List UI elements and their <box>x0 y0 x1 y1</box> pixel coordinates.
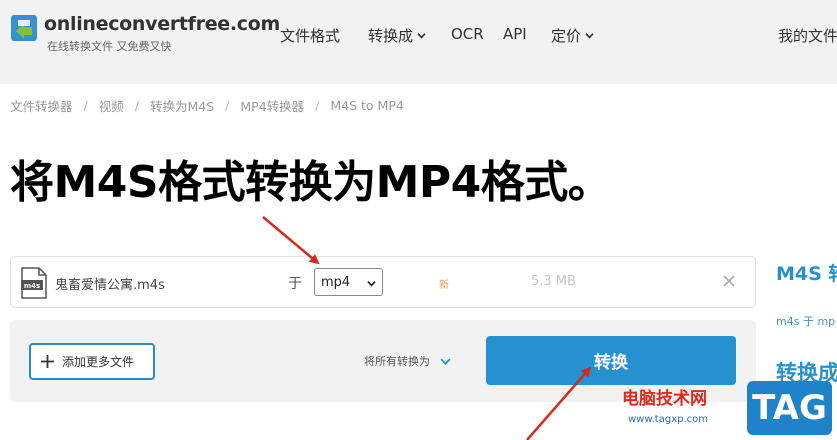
nav-label: 转换成 <box>368 27 414 45</box>
breadcrumb-item[interactable]: MP4转换器 <box>240 96 304 115</box>
status-badge: 新 <box>439 280 449 291</box>
nav-my-files[interactable]: 我的文件 <box>778 25 837 46</box>
nav-file-formats[interactable]: 文件格式 <box>280 25 340 46</box>
watermark-tag: TAG <box>747 381 832 435</box>
add-more-files-button[interactable]: 添加更多文件 <box>29 343 155 380</box>
nav-label: API <box>503 25 527 43</box>
convert-button[interactable]: 转换 <box>486 336 736 385</box>
site-header: onlineconvertfree.com 在线转换文件 又免费又快 文件格式 … <box>0 0 837 84</box>
breadcrumb-separator: / <box>315 98 320 113</box>
breadcrumb-item[interactable]: 转换为M4S <box>150 96 214 115</box>
breadcrumb-separator: / <box>134 98 139 113</box>
nav-label: 文件格式 <box>280 27 341 45</box>
breadcrumb-item[interactable]: 文件转换器 <box>10 96 73 115</box>
add-files-label: 添加更多文件 <box>62 355 135 369</box>
plus-icon <box>41 355 54 368</box>
breadcrumb: 文件转换器 / 视频 / 转换为M4S / MP4转换器 / M4S to MP… <box>10 96 404 115</box>
file-ext-label: m4s <box>24 282 40 290</box>
file-icon: m4s <box>21 267 47 299</box>
format-select-value: mp4 <box>321 274 351 290</box>
logo-icon[interactable] <box>10 14 38 42</box>
convert-all-label: 将所有转换为 <box>364 355 430 368</box>
nav-label: OCR <box>451 25 484 43</box>
chevron-down-icon <box>417 33 426 39</box>
convert-all-dropdown[interactable]: 将所有转换为 <box>364 353 451 369</box>
nav-ocr[interactable]: OCR <box>451 25 484 43</box>
page-title: 将M4S格式转换为MP4格式。 <box>10 157 612 208</box>
breadcrumb-item[interactable]: 视频 <box>99 96 124 115</box>
nav-api[interactable]: API <box>503 25 527 43</box>
nav-label: 定价 <box>551 27 582 45</box>
chevron-down-icon <box>585 33 594 39</box>
breadcrumb-separator: / <box>83 98 88 113</box>
to-label: 于 <box>288 276 302 292</box>
close-icon[interactable] <box>722 274 736 288</box>
logo-tagline: 在线转换文件 又免费又快 <box>47 40 172 53</box>
breadcrumb-separator: / <box>225 98 230 113</box>
nav-label: 我的文件 <box>778 27 837 45</box>
logo-name[interactable]: onlineconvertfree.com <box>44 13 280 35</box>
file-row: m4s 鬼畜爱情公寓.m4s 于 mp4 新 5.3 MB <box>10 256 756 308</box>
chevron-down-icon <box>440 358 451 365</box>
watermark-url: www.tagxp.com <box>628 414 708 425</box>
nav-pricing[interactable]: 定价 <box>551 25 594 46</box>
file-name: 鬼畜爱情公寓.m4s <box>55 278 165 293</box>
format-select[interactable]: mp4 <box>314 268 383 296</box>
side-text: m4s 于 mp <box>776 315 836 328</box>
file-size: 5.3 MB <box>531 274 576 289</box>
chevron-down-icon <box>367 281 376 287</box>
side-heading: M4S 转 <box>776 263 837 285</box>
nav-convert-to[interactable]: 转换成 <box>368 25 426 46</box>
breadcrumb-current: M4S to MP4 <box>330 98 404 113</box>
watermark-text: 电脑技术网 <box>622 389 707 409</box>
